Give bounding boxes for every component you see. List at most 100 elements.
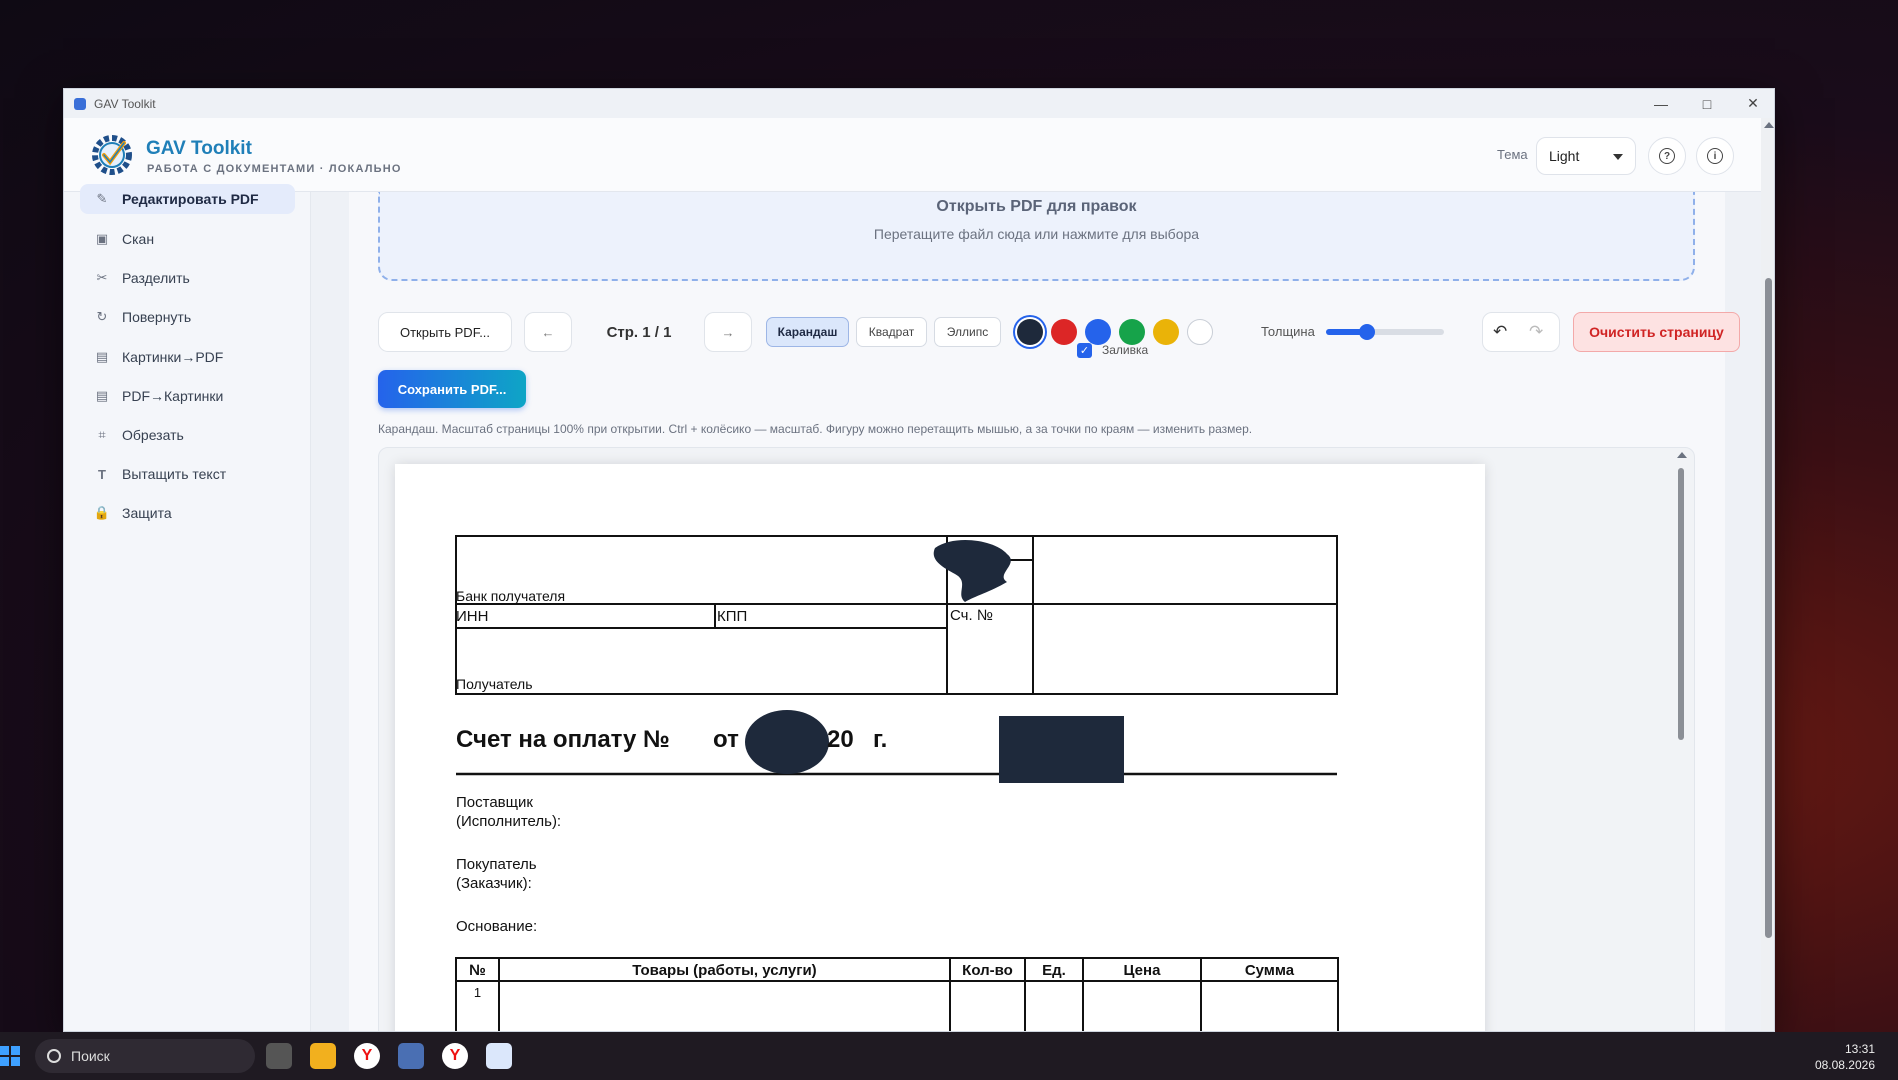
close-button[interactable]: ✕ bbox=[1730, 89, 1774, 118]
pdf-page[interactable]: Банк получателя ИНН КПП Сч. № Получатель… bbox=[395, 464, 1485, 1031]
main-area: Открыть PDF для правок Перетащите файл с… bbox=[311, 192, 1761, 1031]
sidebar-item-extract-text[interactable]: T Вытащить текст bbox=[80, 459, 295, 489]
maximize-button[interactable]: □ bbox=[1684, 89, 1730, 118]
color-swatch-green[interactable] bbox=[1119, 319, 1145, 345]
thickness-slider-thumb[interactable] bbox=[1359, 324, 1376, 340]
table-header-qty: Кол-во bbox=[962, 962, 1013, 979]
scissors-icon: ✂ bbox=[96, 270, 108, 285]
color-swatch-red[interactable] bbox=[1051, 319, 1077, 345]
buyer-label-line1: Покупатель bbox=[456, 856, 537, 873]
app-header: GAV Toolkit РАБОТА С ДОКУМЕНТАМИ · ЛОКАЛ… bbox=[64, 118, 1761, 192]
save-pdf-button[interactable]: Сохранить PDF... bbox=[378, 370, 526, 408]
window-scroll-thumb[interactable] bbox=[1765, 278, 1772, 938]
task-view-icon[interactable] bbox=[266, 1043, 292, 1069]
recipient-label: Получатель bbox=[456, 676, 533, 692]
help-icon: ? bbox=[1659, 148, 1675, 164]
sidebar-item-images-to-pdf[interactable]: ▤ Картинки→PDF bbox=[80, 342, 295, 372]
kpp-label: КПП bbox=[717, 608, 748, 625]
bank-label: Банк получателя bbox=[456, 588, 566, 604]
viewer-scrollbar[interactable] bbox=[1678, 468, 1684, 740]
drawn-rectangle[interactable] bbox=[999, 716, 1124, 783]
scroll-up-icon[interactable] bbox=[1677, 452, 1687, 458]
tool-ellipse-button[interactable]: Эллипс bbox=[934, 317, 1001, 347]
sidebar-item-label: PDF→Картинки bbox=[122, 388, 224, 404]
taskbar: Поиск Y Y 13:31 08.08.2026 bbox=[0, 1032, 1898, 1080]
table-header-unit: Ед. bbox=[1042, 962, 1066, 979]
redo-icon[interactable]: ↷ bbox=[1529, 322, 1543, 342]
info-button[interactable]: i bbox=[1696, 137, 1734, 175]
brand-title: GAV Toolkit bbox=[146, 138, 252, 159]
fill-checkbox[interactable]: ✓ bbox=[1077, 343, 1092, 358]
rotate-icon: ↻ bbox=[96, 309, 108, 324]
sidebar-item-split[interactable]: ✂ Разделить bbox=[80, 263, 295, 293]
drawn-ellipse[interactable] bbox=[745, 710, 829, 774]
clear-page-button[interactable]: Очистить страницу bbox=[1573, 312, 1740, 352]
invoice-title-part-d: г. bbox=[873, 726, 888, 753]
basis-label: Основание: bbox=[456, 918, 538, 935]
remote-desktop-icon[interactable] bbox=[398, 1043, 424, 1069]
theme-label: Тема bbox=[1497, 147, 1528, 162]
scan-icon: ▣ bbox=[95, 231, 109, 246]
minimize-button[interactable]: — bbox=[1638, 89, 1684, 118]
sidebar-item-edit-pdf[interactable]: ✎ Редактировать PDF bbox=[80, 184, 295, 214]
tool-pencil-button[interactable]: Карандаш bbox=[766, 317, 849, 347]
tray-date: 08.08.2026 bbox=[1814, 1058, 1875, 1072]
sidebar-item-rotate[interactable]: ↻ Повернуть bbox=[80, 302, 295, 332]
prev-page-button[interactable]: ← bbox=[524, 312, 572, 352]
inn-label: ИНН bbox=[456, 608, 489, 625]
image-icon: ▤ bbox=[95, 349, 109, 364]
thickness-label: Толщина bbox=[1261, 324, 1315, 339]
undo-icon[interactable]: ↶ bbox=[1493, 322, 1507, 342]
window-title: GAV Toolkit bbox=[94, 96, 156, 111]
info-icon: i bbox=[1707, 148, 1723, 164]
color-swatch-dark[interactable] bbox=[1017, 319, 1043, 345]
sidebar-item-label: Картинки→PDF bbox=[122, 349, 224, 365]
sidebar-item-crop[interactable]: ⌗ Обрезать bbox=[80, 420, 295, 450]
theme-select[interactable]: Light bbox=[1536, 137, 1636, 175]
search-placeholder: Поиск bbox=[71, 1048, 110, 1064]
table-header-price: Цена bbox=[1123, 962, 1161, 979]
app-icon bbox=[74, 97, 86, 110]
tray-time: 13:31 bbox=[1844, 1042, 1875, 1056]
sidebar-item-label: Разделить bbox=[122, 270, 190, 286]
window-scrollbar[interactable] bbox=[1761, 118, 1774, 1031]
color-swatch-yellow[interactable] bbox=[1153, 319, 1179, 345]
open-pdf-button[interactable]: Открыть PDF... bbox=[378, 312, 512, 352]
theme-select-value: Light bbox=[1549, 148, 1580, 164]
sidebar-item-protect[interactable]: 🔒 Защита bbox=[80, 498, 295, 528]
account-label: Сч. № bbox=[950, 607, 993, 624]
tray-clock[interactable]: 13:31 08.08.2026 bbox=[1815, 1041, 1875, 1073]
yandex-browser-icon[interactable]: Y bbox=[354, 1043, 380, 1069]
sidebar-item-scan[interactable]: ▣ Скан bbox=[80, 224, 295, 254]
pencil-scribble[interactable] bbox=[933, 540, 1011, 602]
pdf-viewer[interactable]: Банк получателя ИНН КПП Сч. № Получатель… bbox=[378, 447, 1695, 1031]
yandex-browser-icon[interactable]: Y bbox=[442, 1043, 468, 1069]
gav-toolkit-taskbar-icon[interactable] bbox=[486, 1043, 512, 1069]
undo-redo-group: ↶ ↷ bbox=[1482, 312, 1560, 352]
file-explorer-icon[interactable] bbox=[310, 1043, 336, 1069]
search-icon bbox=[47, 1049, 61, 1063]
sidebar-item-label: Вытащить текст bbox=[122, 466, 227, 482]
color-swatch-white[interactable] bbox=[1187, 319, 1213, 345]
sidebar-item-pdf-to-images[interactable]: ▤ PDF→Картинки bbox=[80, 381, 295, 411]
sidebar-item-label: Обрезать bbox=[122, 427, 184, 443]
invoice-title-part-b: от bbox=[713, 726, 739, 753]
color-swatch-blue[interactable] bbox=[1085, 319, 1111, 345]
taskbar-search[interactable]: Поиск bbox=[35, 1039, 255, 1073]
gear-logo-icon bbox=[92, 135, 132, 175]
pdf-dropzone[interactable]: Открыть PDF для правок Перетащите файл с… bbox=[378, 192, 1695, 281]
hint-text: Карандаш. Масштаб страницы 100% при откр… bbox=[378, 422, 1253, 436]
dropzone-title: Открыть PDF для правок bbox=[936, 198, 1137, 215]
brand-subtitle: РАБОТА С ДОКУМЕНТАМИ · ЛОКАЛЬНО bbox=[147, 163, 402, 175]
title-bar: GAV Toolkit — □ ✕ bbox=[64, 89, 1774, 118]
tool-square-button[interactable]: Квадрат bbox=[856, 317, 927, 347]
help-button[interactable]: ? bbox=[1648, 137, 1686, 175]
scroll-up-icon[interactable] bbox=[1764, 122, 1774, 128]
next-page-button[interactable]: → bbox=[704, 312, 752, 352]
windows-start-icon[interactable] bbox=[0, 1046, 20, 1066]
sidebar-item-label: Защита bbox=[122, 505, 172, 521]
sidebar-item-label: Редактировать PDF bbox=[122, 191, 259, 207]
thickness-slider-track[interactable] bbox=[1326, 329, 1444, 335]
crop-icon: ⌗ bbox=[98, 427, 106, 442]
sidebar: ✎ Редактировать PDF ▣ Скан ✂ Разделить ↻… bbox=[64, 184, 311, 1031]
